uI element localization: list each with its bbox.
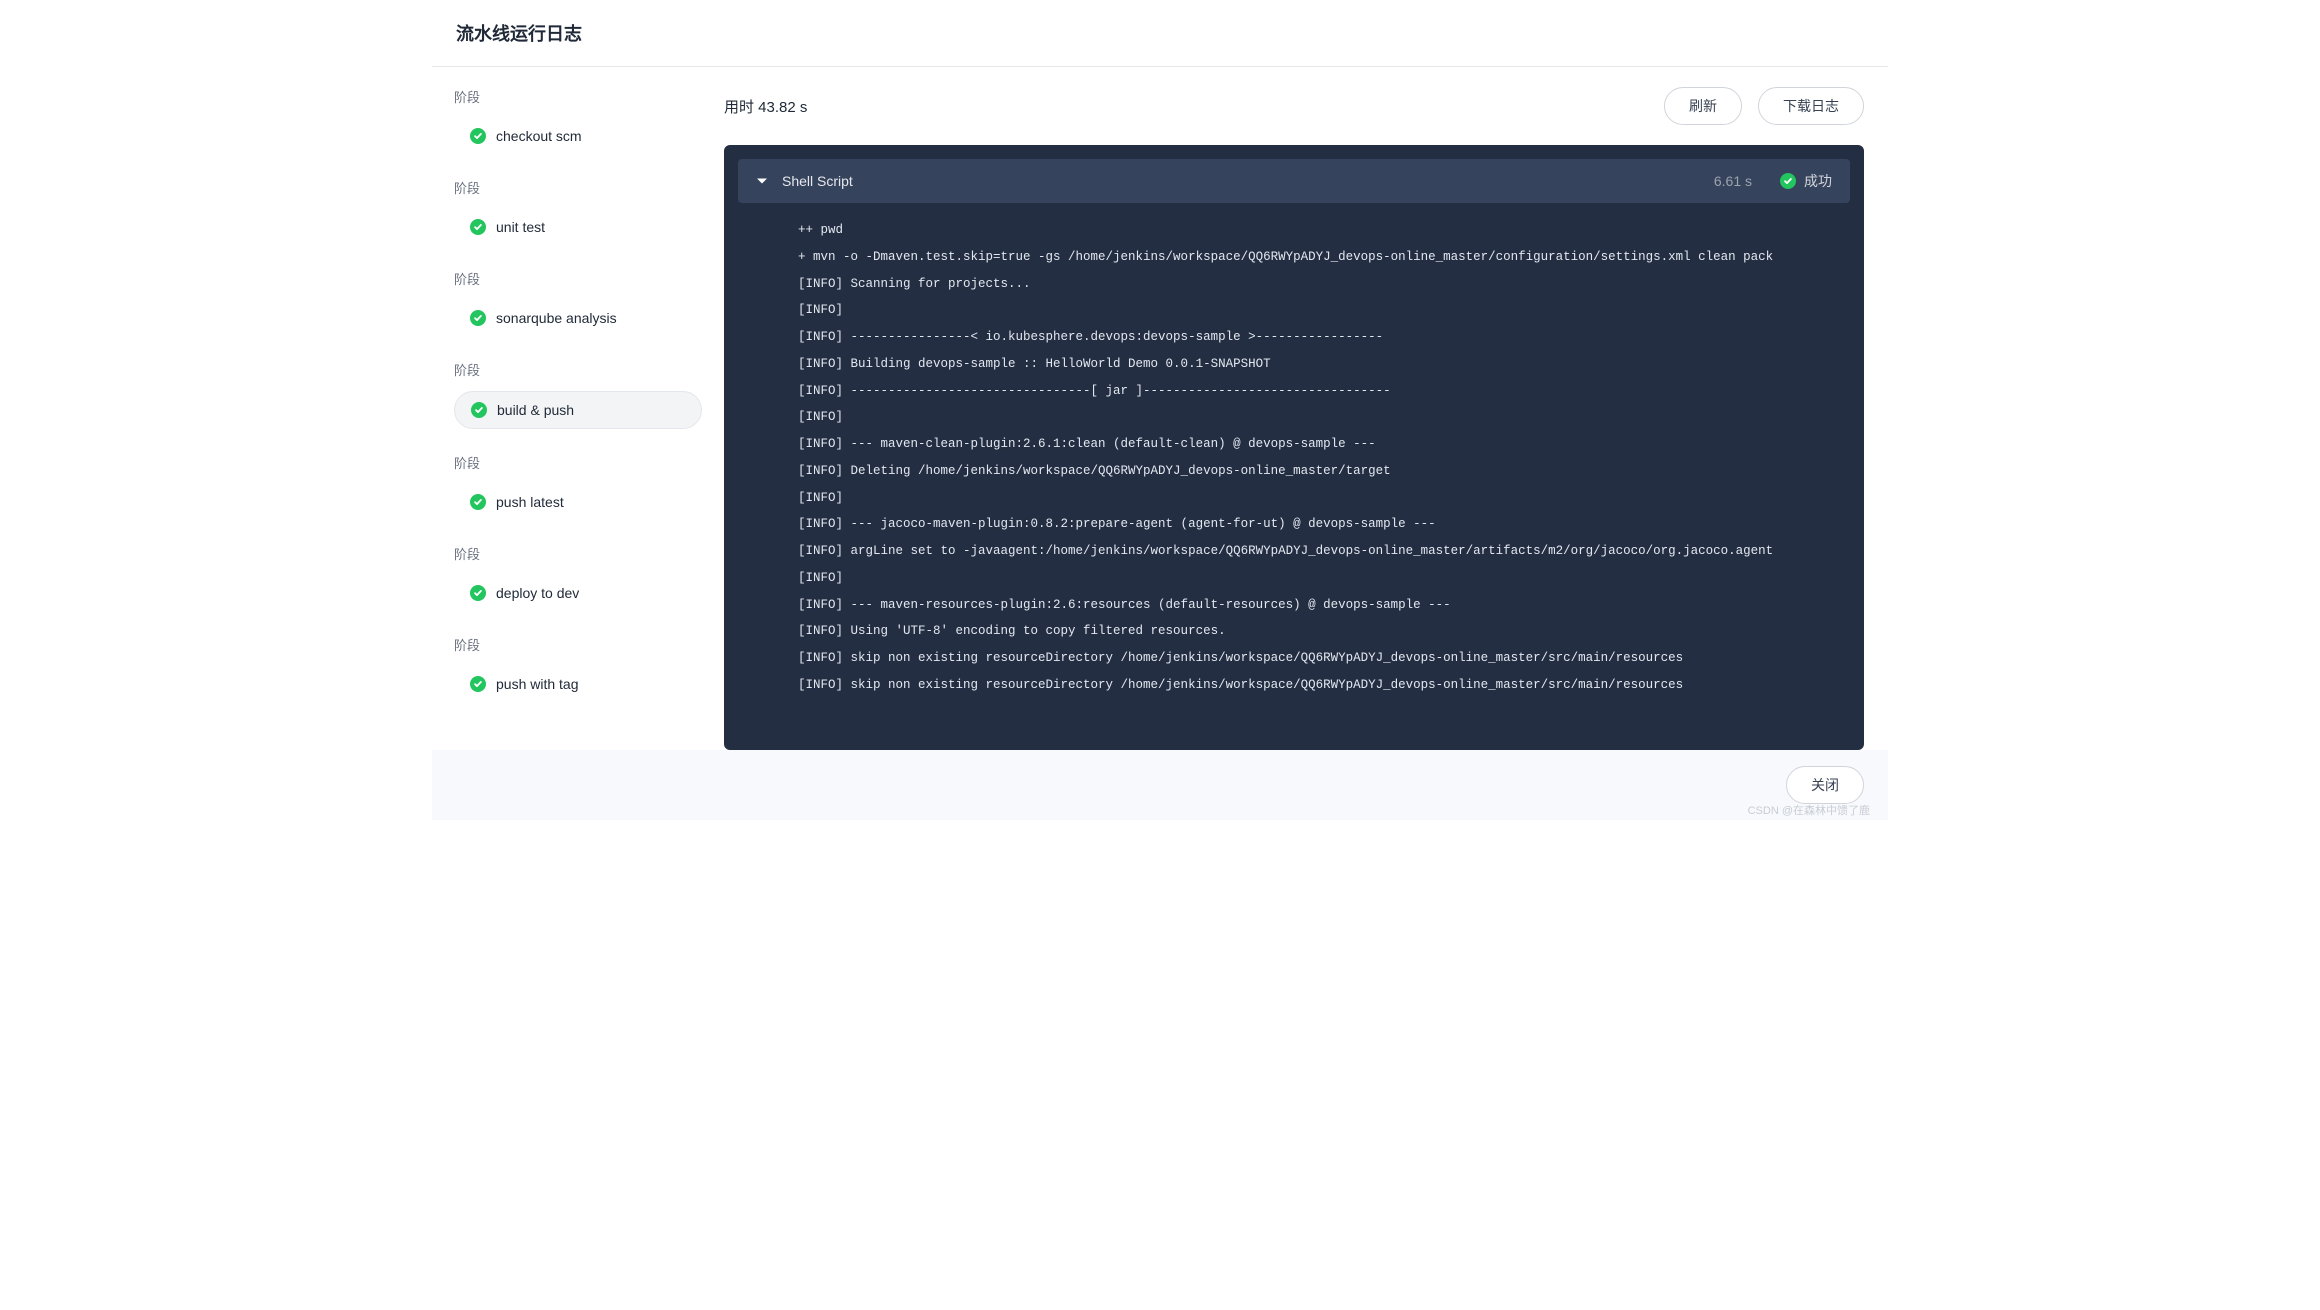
- stage-item-label: build & push: [497, 402, 574, 418]
- stage-section-label: 阶段: [454, 453, 702, 472]
- check-icon: [470, 128, 486, 144]
- stage-item-label: sonarqube analysis: [496, 310, 617, 326]
- stage-item[interactable]: unit test: [454, 209, 702, 245]
- stage-section-label: 阶段: [454, 178, 702, 197]
- caret-down-icon: [756, 175, 768, 187]
- stage-item-label: push with tag: [496, 676, 579, 692]
- stage-section-label: 阶段: [454, 269, 702, 288]
- stage-item-label: unit test: [496, 219, 545, 235]
- step-duration: 6.61 s: [1714, 173, 1752, 189]
- stage-item-label: checkout scm: [496, 128, 582, 144]
- stage-item[interactable]: build & push: [454, 391, 702, 429]
- check-icon: [470, 494, 486, 510]
- step-status-label: 成功: [1804, 171, 1832, 191]
- stage-section-label: 阶段: [454, 360, 702, 379]
- download-log-button[interactable]: 下载日志: [1758, 87, 1864, 125]
- stage-section-label: 阶段: [454, 87, 702, 106]
- stage-section-label: 阶段: [454, 544, 702, 563]
- duration-label: 用时 43.82 s: [724, 96, 807, 117]
- check-icon: [1780, 173, 1796, 189]
- stage-item[interactable]: push latest: [454, 484, 702, 520]
- modal-footer: 关闭: [432, 750, 1888, 820]
- step-name: Shell Script: [782, 173, 1700, 189]
- main-panel: 用时 43.82 s 刷新 下载日志 Shell Script 6.61 s: [724, 67, 1888, 750]
- stage-item-label: deploy to dev: [496, 585, 579, 601]
- check-icon: [470, 310, 486, 326]
- stage-item[interactable]: push with tag: [454, 666, 702, 702]
- log-output[interactable]: ++ pwd + mvn -o -Dmaven.test.skip=true -…: [738, 203, 1850, 736]
- modal-header: 流水线运行日志: [432, 0, 1888, 67]
- check-icon: [470, 585, 486, 601]
- page-title: 流水线运行日志: [456, 20, 1864, 46]
- close-button[interactable]: 关闭: [1786, 766, 1864, 804]
- stage-section-label: 阶段: [454, 635, 702, 654]
- check-icon: [470, 219, 486, 235]
- log-panel: Shell Script 6.61 s 成功 ++ pwd + mvn -o -…: [724, 145, 1864, 750]
- stage-item-label: push latest: [496, 494, 564, 510]
- stages-sidebar: 阶段 checkout scm 阶段 unit test 阶段 sonarqube ana…: [432, 67, 724, 750]
- check-icon: [471, 402, 487, 418]
- stage-item[interactable]: checkout scm: [454, 118, 702, 154]
- step-status: 成功: [1780, 171, 1832, 191]
- step-header[interactable]: Shell Script 6.61 s 成功: [738, 159, 1850, 203]
- refresh-button[interactable]: 刷新: [1664, 87, 1742, 125]
- check-icon: [470, 676, 486, 692]
- stage-item[interactable]: deploy to dev: [454, 575, 702, 611]
- stage-item[interactable]: sonarqube analysis: [454, 300, 702, 336]
